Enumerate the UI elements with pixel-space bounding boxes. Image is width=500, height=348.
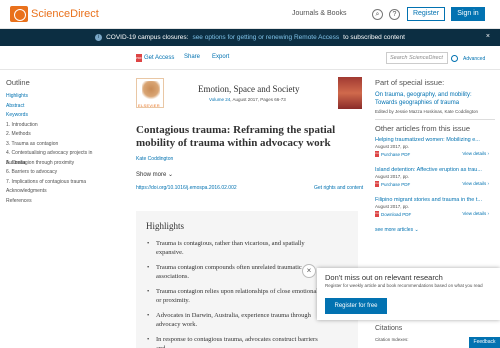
outline-item[interactable]: Acknowledgments [6, 187, 106, 197]
view-details-link[interactable]: View details › [462, 211, 489, 216]
journal-meta: Volume 24, August 2017, Pages 66-73 [209, 97, 286, 102]
rights-link[interactable]: Get rights and content [314, 185, 363, 191]
highlight-item: Trauma is contagious, rather than vicari… [146, 239, 321, 257]
outline-item[interactable]: 5. Contagion through proximity [6, 159, 106, 169]
sciencedirect-logo[interactable]: ScienceDirect [10, 6, 99, 22]
article-toolbar: PDF Get Access Share Export Search Scien… [0, 46, 500, 70]
divider [375, 119, 495, 120]
related-article-title[interactable]: Helping traumatized women: Mobilizing e.… [375, 137, 495, 143]
register-button[interactable]: Register [407, 7, 445, 21]
advanced-search-link[interactable]: Advanced [463, 56, 485, 62]
popup-heading: Don't miss out on relevant research [325, 273, 443, 282]
purchase-pdf-link[interactable]: PDF Purchase PDF [375, 181, 410, 187]
journal-pages: , August 2017, Pages 66-73 [230, 97, 286, 102]
pdf-icon: PDF [375, 181, 379, 187]
banner-suffix: to subscribed content [343, 34, 405, 41]
outline-item[interactable]: 4. Contextualising advocacy projects in … [6, 149, 106, 166]
part-of-heading: Part of special issue: [375, 78, 445, 87]
related-article: Helping traumatized women: Mobilizing e.… [375, 137, 495, 167]
share-button[interactable]: Share [184, 54, 200, 60]
outline-item[interactable]: Highlights [6, 92, 106, 102]
outline-item[interactable]: 6. Barriers to advocacy [6, 168, 106, 178]
elsevier-logo[interactable]: ELSEVIER [136, 78, 164, 108]
question-icon[interactable]: ? [389, 9, 400, 20]
search-submit-icon[interactable] [451, 55, 458, 62]
outline-item[interactable]: 7. Implications of contagious trauma [6, 178, 106, 188]
publisher-name: ELSEVIER [138, 103, 160, 108]
outline-item[interactable]: Abstract [6, 102, 106, 112]
pdf-label: Purchase PDF [381, 151, 411, 157]
citations-heading: Citations [375, 325, 403, 332]
outline-title: Outline [6, 78, 30, 87]
download-pdf-link[interactable]: PDF Download PDF [375, 211, 411, 217]
highlight-item: Trauma contagion relies upon relationshi… [146, 287, 321, 305]
covid-banner: i COVID-19 campus closures: see options … [0, 29, 500, 46]
pdf-label: Purchase PDF [381, 181, 411, 187]
register-popup: Don't miss out on relevant research Regi… [317, 268, 500, 320]
pdf-label: Download PDF [381, 211, 412, 217]
highlight-item: Trauma contagion compounds often unrelat… [146, 263, 321, 281]
see-more-articles-link[interactable]: see more articles ⌄ [375, 227, 495, 233]
export-button[interactable]: Export [212, 54, 229, 60]
author-link[interactable]: Kate Coddington [136, 156, 173, 162]
related-article-title[interactable]: Island detention: Affective eruption as … [375, 167, 495, 173]
outline-item[interactable]: 2. Methods [6, 130, 106, 140]
pdf-icon: PDF [136, 54, 142, 62]
highlight-item: In response to contagious trauma, advoca… [146, 335, 321, 348]
related-article-date: August 2017, pp. [375, 204, 410, 209]
close-icon[interactable]: × [486, 33, 490, 40]
journals-books-link[interactable]: Journals & Books [292, 10, 346, 17]
get-access-label: Get Access [144, 55, 175, 61]
close-icon[interactable]: × [302, 264, 316, 278]
pdf-icon: PDF [375, 211, 379, 217]
logo-text: ScienceDirect [31, 8, 99, 20]
special-issue-link[interactable]: On trauma, geography, and mobility: Towa… [375, 91, 495, 107]
remote-access-link[interactable]: see options for getting or renewing Remo… [192, 34, 339, 41]
banner-prefix: COVID-19 campus closures: [106, 34, 189, 41]
view-details-link[interactable]: View details › [462, 181, 489, 186]
feedback-button[interactable]: Feedback [469, 337, 500, 348]
highlights-title: Highlights [146, 221, 185, 231]
right-sidebar: Part of special issue: On trauma, geogra… [375, 78, 495, 233]
view-details-link[interactable]: View details › [462, 151, 489, 156]
purchase-pdf-link[interactable]: PDF Purchase PDF [375, 151, 410, 157]
sign-in-button[interactable]: Sign in [451, 7, 485, 21]
article-title: Contagious trauma: Reframing the spatial… [136, 124, 336, 149]
top-header: ScienceDirect Journals & Books ⌕ ? Regis… [0, 0, 500, 29]
edited-by: Edited by Jessie Mazza Hoskinas, Kate Co… [375, 109, 479, 114]
show-more-button[interactable]: Show more ⌄ [136, 171, 173, 178]
related-article-date: August 2017, pp. [375, 144, 410, 149]
journal-title[interactable]: Emotion, Space and Society [198, 84, 299, 94]
outline-panel: Outline Highlights Abstract Keywords 1. … [6, 78, 106, 206]
tree-icon [142, 81, 160, 101]
outline-item[interactable]: 3. Trauma as contagion [6, 140, 106, 150]
other-articles-heading: Other articles from this issue [375, 124, 471, 133]
related-article: Island detention: Affective eruption as … [375, 167, 495, 197]
search-input[interactable]: Search ScienceDirect [386, 52, 448, 64]
outline-item[interactable]: 1. Introduction [6, 121, 106, 131]
journal-header: ELSEVIER Emotion, Space and Society Volu… [136, 78, 366, 120]
volume-link[interactable]: Volume 24 [209, 97, 230, 102]
highlight-item: Advocates in Darwin, Australia, experien… [146, 311, 321, 329]
info-icon: i [95, 34, 103, 41]
elsevier-mark-icon [10, 6, 28, 22]
popup-subtext: Register for weekly article and book rec… [325, 283, 483, 288]
get-access-button[interactable]: PDF Get Access [136, 54, 174, 62]
pdf-icon: PDF [375, 151, 379, 157]
citation-indexes-label: Citation Indexes: [375, 337, 409, 342]
search-icon[interactable]: ⌕ [372, 9, 383, 20]
journal-cover-image[interactable] [338, 77, 362, 109]
outline-item[interactable]: References [6, 197, 106, 207]
doi-link[interactable]: https://doi.org/10.1016/j.emospa.2016.02… [136, 185, 237, 191]
related-article-title[interactable]: Filipino migrant stories and trauma in t… [375, 197, 495, 203]
related-article-date: August 2017, pp. [375, 174, 410, 179]
register-free-button[interactable]: Register for free [325, 298, 387, 314]
outline-item[interactable]: Keywords [6, 111, 106, 121]
related-article: Filipino migrant stories and trauma in t… [375, 197, 495, 227]
